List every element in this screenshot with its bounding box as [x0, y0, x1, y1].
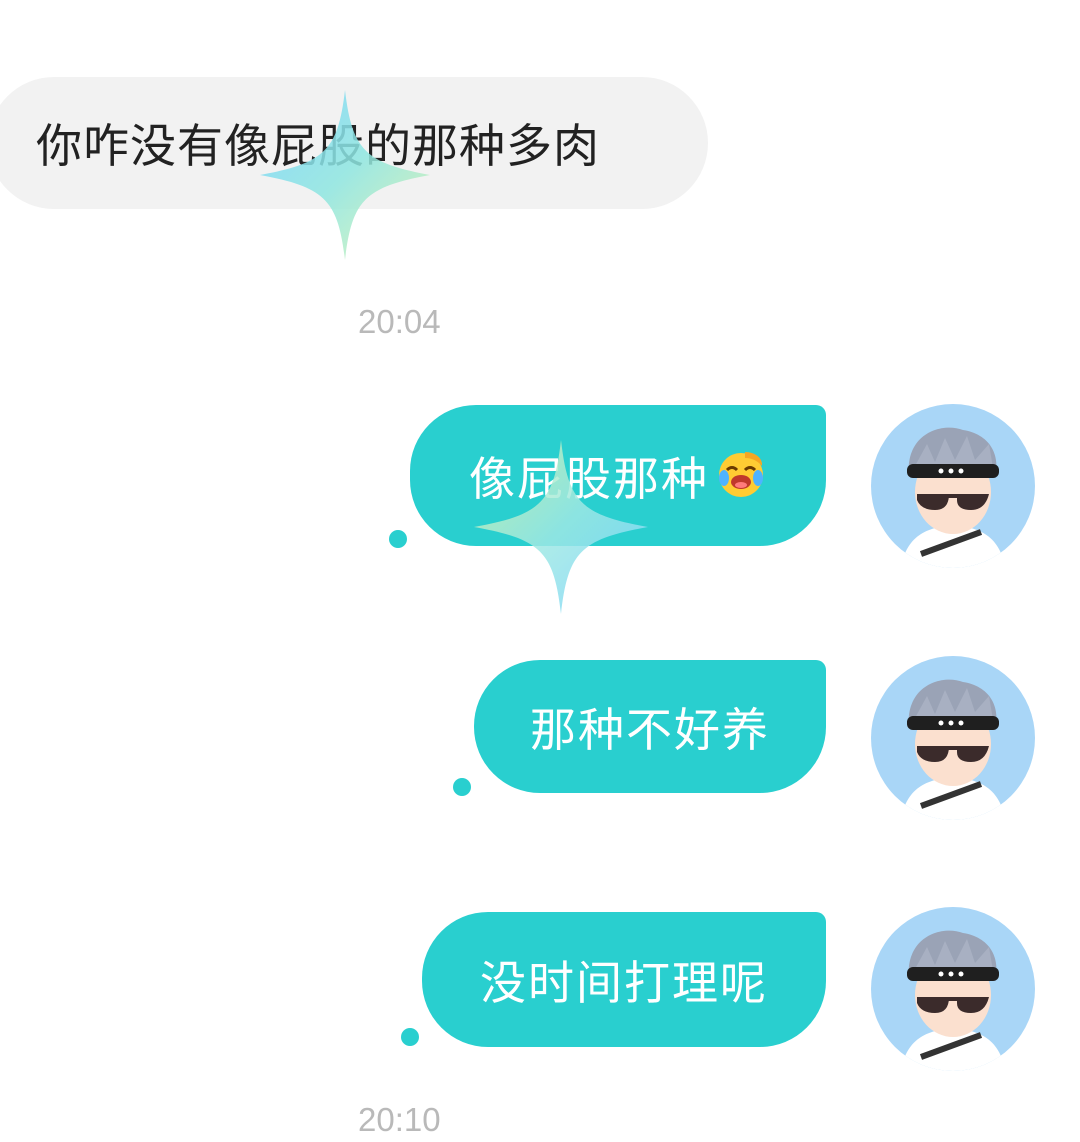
- message-timestamp: 20:10: [358, 1101, 441, 1138]
- read-status-dot: [401, 1028, 419, 1046]
- user-avatar-icon[interactable]: [871, 656, 1035, 820]
- outgoing-message-bubble[interactable]: 没时间打理呢: [422, 912, 826, 1047]
- message-text: 那种不好养: [530, 702, 770, 757]
- incoming-message-bubble[interactable]: 你咋没有像屁股的那种多肉: [0, 77, 708, 209]
- message-timestamp: 20:04: [358, 303, 441, 340]
- user-avatar-icon[interactable]: [871, 404, 1035, 568]
- outgoing-message-bubble[interactable]: 像屁股那种: [410, 405, 826, 546]
- user-avatar-icon[interactable]: [871, 907, 1035, 1071]
- message-text: 你咋没有像屁股的那种多肉: [36, 119, 600, 173]
- read-status-dot: [389, 530, 407, 548]
- crying-laughing-emoji-icon: [715, 448, 767, 504]
- message-text: 像屁股那种: [469, 451, 709, 506]
- outgoing-message-bubble[interactable]: 那种不好养: [474, 660, 826, 793]
- read-status-dot: [453, 778, 471, 796]
- message-text: 没时间打理呢: [480, 955, 768, 1010]
